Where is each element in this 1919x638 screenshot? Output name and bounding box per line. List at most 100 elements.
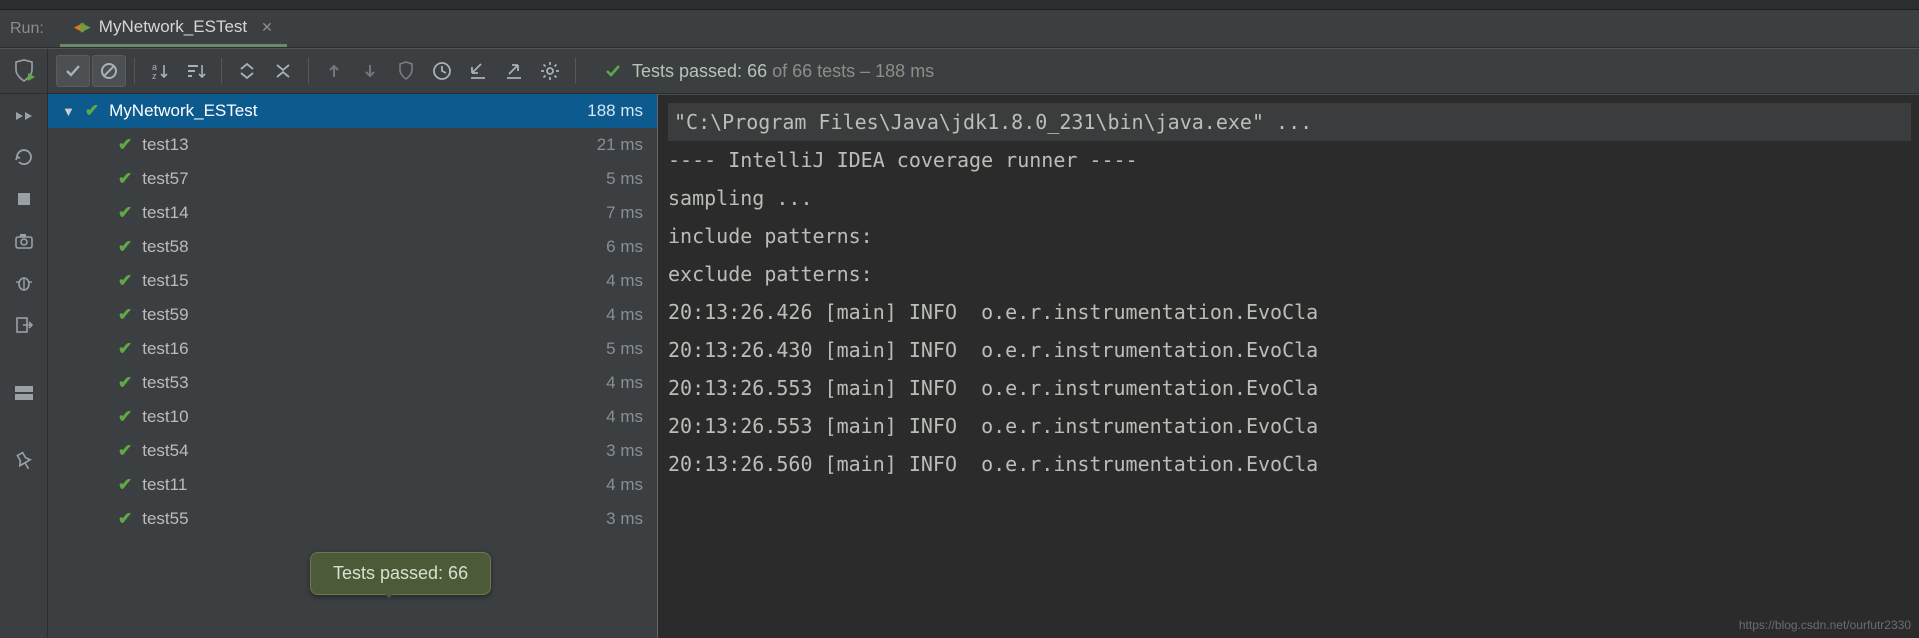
console-line: 20:13:26.553 [main] INFO o.e.r.instrumen… (668, 369, 1911, 407)
import-button[interactable] (461, 55, 495, 87)
collapse-all-button[interactable] (266, 55, 300, 87)
test-row[interactable]: ✔test1321 ms (48, 128, 657, 162)
shield-icon (397, 61, 415, 81)
export-icon (504, 61, 524, 81)
test-time: 3 ms (606, 509, 643, 529)
import-icon (468, 61, 488, 81)
console-line: "C:\Program Files\Java\jdk1.8.0_231\bin\… (668, 103, 1911, 141)
cycle-icon (13, 146, 35, 168)
toggle-auto-test-button[interactable] (9, 142, 39, 172)
check-icon: ✔ (118, 509, 132, 529)
test-row[interactable]: ✔ test59 4 ms (48, 298, 657, 332)
test-time: 4 ms (606, 305, 643, 325)
sort-alpha-button[interactable]: az (143, 55, 177, 87)
close-icon[interactable]: ✕ (261, 19, 273, 36)
check-icon: ✔ (85, 101, 99, 121)
sort-alpha-icon: az (150, 61, 170, 81)
test-suite-row[interactable]: ▼ ✔ MyNetwork_ESTest 188 ms (48, 94, 657, 128)
check-icon: ✔ (118, 339, 132, 359)
tab-title: MyNetwork_ESTest (99, 17, 247, 37)
console-output[interactable]: "C:\Program Files\Java\jdk1.8.0_231\bin\… (658, 94, 1919, 638)
suite-time: 188 ms (587, 101, 643, 121)
separator (575, 58, 576, 84)
test-name: test10 (142, 407, 188, 427)
rerun-with-coverage-button[interactable] (0, 49, 48, 93)
test-row[interactable]: ✔test114 ms (48, 468, 657, 502)
sort-duration-button[interactable] (179, 55, 213, 87)
test-row[interactable]: ✔test154 ms (48, 264, 657, 298)
chevron-down-icon[interactable]: ▼ (62, 104, 75, 119)
test-name: test14 (142, 203, 188, 223)
rerun-failed-icon (13, 104, 35, 126)
check-icon: ✔ (118, 203, 132, 223)
test-time: 3 ms (606, 441, 643, 461)
bug-icon (14, 273, 34, 293)
status-prefix: Tests passed: (632, 61, 747, 81)
run-config-tab[interactable]: ◀▶ MyNetwork_ESTest ✕ (60, 10, 287, 47)
test-row[interactable]: ✔test553 ms (48, 502, 657, 536)
prev-test-button[interactable] (317, 55, 351, 87)
console-line: 20:13:26.426 [main] INFO o.e.r.instrumen… (668, 293, 1911, 331)
dump-button[interactable] (9, 226, 39, 256)
pin-button[interactable] (9, 446, 39, 476)
next-test-button[interactable] (353, 55, 387, 87)
suite-name: MyNetwork_ESTest (109, 101, 257, 121)
stop-button[interactable] (9, 184, 39, 214)
test-time: 4 ms (606, 373, 643, 393)
test-time: 5 ms (606, 339, 643, 359)
test-time: 4 ms (606, 271, 643, 291)
test-row[interactable]: ✔test575 ms (48, 162, 657, 196)
history-button[interactable] (425, 55, 459, 87)
test-row[interactable]: ✔ test58 6 ms (48, 230, 657, 264)
layout-icon (14, 385, 34, 401)
debug-button[interactable] (9, 268, 39, 298)
check-icon: ✔ (118, 237, 132, 257)
settings-button[interactable] (533, 55, 567, 87)
rerun-failed-button[interactable] (9, 100, 39, 130)
console-line: ---- IntelliJ IDEA coverage runner ---- (668, 141, 1911, 179)
run-label: Run: (0, 20, 60, 38)
left-action-gutter (0, 94, 48, 638)
status-passed-count: 66 (747, 61, 767, 81)
show-passed-button[interactable] (56, 55, 90, 87)
test-name: test13 (142, 135, 188, 155)
test-row[interactable]: ✔test165 ms (48, 332, 657, 366)
run-config-icon: ◀▶ (74, 19, 91, 35)
test-name: test59 (142, 305, 188, 325)
watermark: https://blog.csdn.net/ourfutr2330 (1739, 618, 1911, 632)
console-line: include patterns: (668, 217, 1911, 255)
console-line: exclude patterns: (668, 255, 1911, 293)
test-name: test57 (142, 169, 188, 189)
test-row[interactable]: ✔test534 ms (48, 366, 657, 400)
circle-slash-icon (100, 62, 118, 80)
test-name: test58 (142, 237, 188, 257)
test-time: 4 ms (606, 407, 643, 427)
test-row[interactable]: ✔ test10 4 ms (48, 400, 657, 434)
tooltip: Tests passed: 66 (310, 552, 491, 595)
show-ignored-button[interactable] (92, 55, 126, 87)
test-row[interactable]: ✔test147 ms (48, 196, 657, 230)
check-icon: ✔ (118, 305, 132, 325)
separator (221, 58, 222, 84)
test-time: 6 ms (606, 237, 643, 257)
test-name: test54 (142, 441, 188, 461)
console-line: 20:13:26.560 [main] INFO o.e.r.instrumen… (668, 445, 1911, 483)
pin-icon (15, 451, 33, 471)
expand-all-button[interactable] (230, 55, 264, 87)
check-icon: ✔ (118, 373, 132, 393)
separator (134, 58, 135, 84)
exit-button[interactable] (9, 310, 39, 340)
clock-icon (432, 61, 452, 81)
status-mid: of 66 tests – (767, 61, 875, 81)
test-row[interactable]: ✔test543 ms (48, 434, 657, 468)
layout-button[interactable] (9, 378, 39, 408)
test-name: test11 (142, 475, 187, 495)
expand-icon (237, 61, 257, 81)
check-icon: ✔ (118, 169, 132, 189)
collapse-icon (273, 61, 293, 81)
shield-play-icon (12, 59, 36, 83)
check-icon: ✔ (118, 475, 132, 495)
export-button[interactable] (497, 55, 531, 87)
check-icon: ✔ (118, 407, 132, 427)
coverage-button[interactable] (389, 55, 423, 87)
